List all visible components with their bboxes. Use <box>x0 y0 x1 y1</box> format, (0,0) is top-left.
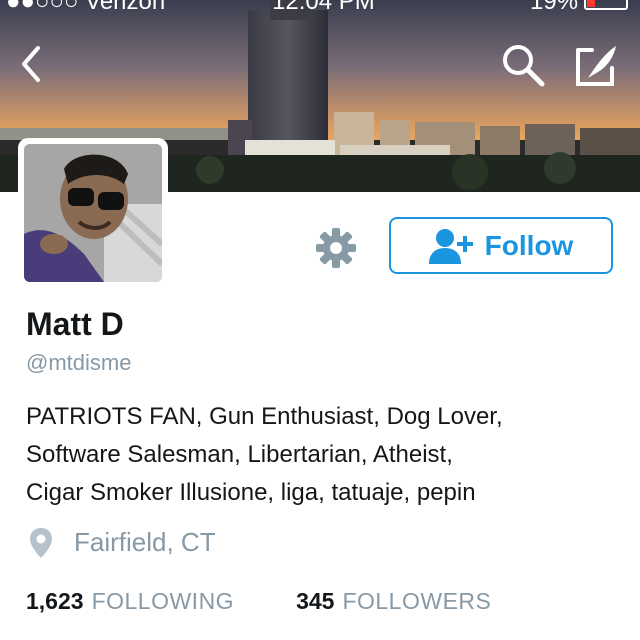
bio-line: Cigar Smoker Illusione, liga, tatuaje, p… <box>26 479 476 506</box>
gear-icon <box>316 228 356 268</box>
search-icon <box>503 45 545 87</box>
carrier-label: ●●○○○ Verizon <box>6 0 166 15</box>
battery-icon <box>584 0 628 10</box>
followers-count: 345 <box>296 588 335 614</box>
compose-button[interactable] <box>574 42 620 88</box>
search-button[interactable] <box>500 42 546 88</box>
bio-line: PATRIOTS FAN, Gun Enthusiast, Dog Lover, <box>26 403 503 430</box>
profile-location: Fairfield, CT <box>30 527 216 558</box>
profile-stats: 1,623 FOLLOWING 345 FOLLOWERS <box>26 588 491 615</box>
bio-line: Software Salesman, Libertarian, Atheist, <box>26 441 453 468</box>
following-count: 1,623 <box>26 588 84 614</box>
followers-label: FOLLOWERS <box>342 588 492 614</box>
followers-stat[interactable]: 345 FOLLOWERS <box>296 588 491 615</box>
back-button[interactable] <box>16 44 48 84</box>
avatar[interactable] <box>24 144 162 282</box>
profile-name: Matt D <box>26 306 124 342</box>
settings-button[interactable] <box>314 226 358 270</box>
add-user-icon <box>428 228 473 264</box>
chevron-left-icon <box>22 46 40 82</box>
compose-tweet-icon <box>576 46 616 86</box>
following-stat[interactable]: 1,623 FOLLOWING <box>26 588 234 615</box>
follow-button[interactable]: Follow <box>389 217 613 274</box>
follow-button-label: Follow <box>484 229 574 261</box>
clock: 12:04 PM <box>272 0 375 15</box>
battery-percent: 19% <box>530 0 579 15</box>
profile-photo <box>24 144 162 282</box>
profile-bio: PATRIOTS FAN, Gun Enthusiast, Dog Lover,… <box>26 398 616 512</box>
following-label: FOLLOWING <box>91 588 235 614</box>
location-pin-icon <box>30 527 52 558</box>
location-text: Fairfield, CT <box>74 527 216 557</box>
profile-handle: @mtdisme <box>26 350 132 375</box>
avatar-frame <box>18 138 168 288</box>
status-bar: ●●○○○ Verizon 12:04 PM 19% <box>0 0 640 15</box>
